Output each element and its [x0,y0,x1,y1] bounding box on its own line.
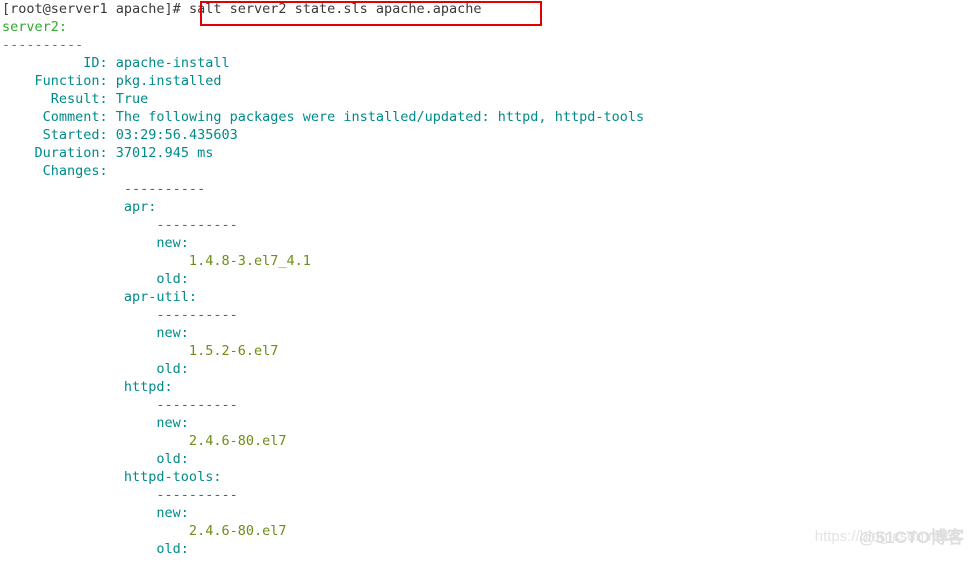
minion-name: server2: [2,19,68,35]
command-text[interactable]: salt server2 state.sls apache.apache [189,1,482,17]
package-old-label-apr: old: [2,271,189,287]
field-value-duration: 37012.945 ms [115,145,214,161]
field-value-started: 03:29:56.435603 [115,127,238,143]
separator-top: ---------- [2,37,84,53]
package-separator-httpd: ---------- [2,397,238,413]
field-value-id: apache-install [115,55,230,71]
package-new-label-apr: new: [2,235,189,251]
package-new-value-httpd: 2.4.6-80.el7 [2,433,287,449]
field-label-duration: Duration: [2,145,116,161]
package-new-value-apr-util: 1.5.2-6.el7 [2,343,279,359]
package-separator-httpd-tools: ---------- [2,487,238,503]
field-row-result: Result: True [0,90,970,108]
field-label-id: ID: [2,55,116,71]
package-separator-apr-util: ---------- [2,307,238,323]
field-label-comment: Comment: [2,109,116,125]
shell-prompt: [root@server1 apache]# [2,1,189,17]
field-value-result: True [115,91,149,107]
field-value-comment: The following packages were installed/up… [115,109,645,125]
field-value-function: pkg.installed [115,73,222,89]
package-new-label-httpd-tools: new: [2,505,189,521]
package-new-label-httpd: new: [2,415,189,431]
watermark-brand: @51CTO博客 [858,528,964,547]
field-label-changes: Changes: [2,163,116,179]
field-row-started: Started: 03:29:56.435603 [0,126,970,144]
field-row-id: ID: apache-install [0,54,970,72]
field-row-comment: Comment: The following packages were ins… [0,108,970,126]
package-name-httpd: httpd: [2,379,173,395]
field-label-function: Function: [2,73,116,89]
terminal-window: [root@server1 apache]# salt server2 stat… [0,0,970,562]
field-row-duration: Duration: 37012.945 ms [0,144,970,162]
package-name-httpd-tools: httpd-tools: [2,469,222,485]
package-name-apr: apr: [2,199,157,215]
package-new-label-apr-util: new: [2,325,189,341]
prompt-line: [root@server1 apache]# salt server2 stat… [0,0,970,26]
package-new-value-apr: 1.4.8-3.el7_4.1 [2,253,311,269]
package-old-label-httpd: old: [2,451,189,467]
package-separator-apr: ---------- [2,217,238,233]
changes-separator: ---------- [2,181,206,197]
package-name-apr-util: apr-util: [2,289,198,305]
package-old-label-apr-util: old: [2,361,189,377]
field-row-function: Function: pkg.installed [0,72,970,90]
field-label-result: Result: [2,91,116,107]
field-row-changes: Changes: [0,162,970,180]
field-label-started: Started: [2,127,116,143]
